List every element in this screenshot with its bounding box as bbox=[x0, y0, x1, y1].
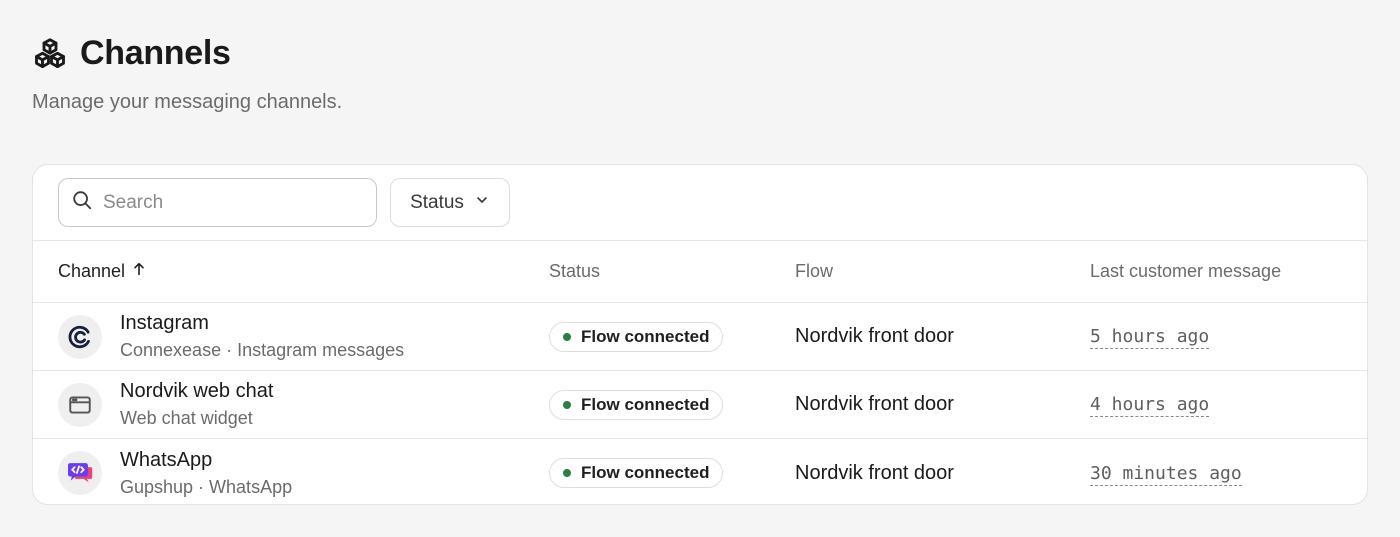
column-header-last-message[interactable]: Last customer message bbox=[1090, 261, 1367, 282]
status-badge-label: Flow connected bbox=[581, 394, 710, 414]
flow-cell: Nordvik front door bbox=[795, 461, 954, 484]
blocks-icon bbox=[32, 36, 68, 72]
last-message-time[interactable]: 30 minutes ago bbox=[1090, 462, 1242, 486]
status-cell: Flow connected bbox=[549, 389, 795, 420]
page-title: Channels bbox=[80, 34, 231, 72]
sort-ascending-icon bbox=[131, 261, 147, 282]
table-toolbar: Status bbox=[33, 165, 1367, 241]
status-dot bbox=[563, 469, 571, 477]
chevron-down-icon bbox=[474, 192, 490, 214]
page-header: Channels Manage your messaging channels. bbox=[32, 34, 342, 114]
status-cell: Flow connected bbox=[549, 321, 795, 352]
column-header-flow[interactable]: Flow bbox=[795, 261, 1090, 282]
status-cell: Flow connected bbox=[549, 458, 795, 488]
status-badge: Flow connected bbox=[549, 389, 724, 420]
last-message-cell: 4 hours ago bbox=[1090, 394, 1367, 417]
channel-name: Instagram bbox=[120, 312, 209, 334]
table-row[interactable]: Nordvik web chat Web chat widget Flow co… bbox=[33, 371, 1367, 439]
status-dot bbox=[563, 332, 571, 341]
status-badge-label: Flow connected bbox=[581, 326, 710, 346]
column-header-channel-label: Channel bbox=[58, 261, 126, 281]
flow-cell: Nordvik front door bbox=[795, 393, 954, 415]
column-header-channel[interactable]: Channel bbox=[33, 261, 549, 282]
table-row[interactable]: WhatsApp Gupshup · WhatsApp Flow connect… bbox=[33, 439, 1367, 504]
status-badge: Flow connected bbox=[549, 458, 724, 488]
channel-cell: Instagram Connexease · Instagram message… bbox=[33, 311, 549, 362]
page-subtitle: Manage your messaging channels. bbox=[32, 91, 343, 113]
status-dot bbox=[563, 400, 571, 409]
column-header-status[interactable]: Status bbox=[549, 261, 795, 282]
status-filter-label: Status bbox=[410, 191, 464, 213]
last-message-time[interactable]: 4 hours ago bbox=[1090, 394, 1210, 417]
last-message-cell: 30 minutes ago bbox=[1090, 462, 1367, 486]
last-message-time[interactable]: 5 hours ago bbox=[1090, 326, 1210, 349]
last-message-cell: 5 hours ago bbox=[1090, 326, 1367, 349]
channel-subtitle: Connexease · Instagram messages bbox=[120, 340, 405, 360]
status-badge-label: Flow connected bbox=[581, 463, 710, 482]
channel-name: Nordvik web chat bbox=[120, 380, 274, 402]
table-row[interactable]: Instagram Connexease · Instagram message… bbox=[33, 303, 1367, 371]
title-row: Channels bbox=[32, 34, 342, 73]
table-header: Channel Status Flow Last customer messag… bbox=[33, 241, 1367, 303]
channel-name: WhatsApp bbox=[120, 448, 213, 471]
connexease-logo-icon bbox=[58, 314, 102, 359]
channels-card: Status Channel Status Flow Last customer… bbox=[32, 164, 1368, 505]
status-badge: Flow connected bbox=[549, 321, 724, 352]
browser-window-icon bbox=[58, 382, 102, 427]
flow-cell: Nordvik front door bbox=[795, 325, 954, 347]
search-input[interactable] bbox=[103, 191, 353, 214]
gupshup-logo-icon bbox=[58, 451, 102, 495]
channel-cell: WhatsApp Gupshup · WhatsApp bbox=[33, 448, 549, 499]
channel-subtitle: Web chat widget bbox=[120, 408, 253, 428]
channel-cell: Nordvik web chat Web chat widget bbox=[33, 379, 549, 430]
status-filter-button[interactable]: Status bbox=[390, 178, 510, 227]
search-box[interactable] bbox=[58, 178, 377, 227]
search-icon bbox=[71, 189, 93, 216]
channel-subtitle: Gupshup · WhatsApp bbox=[120, 476, 293, 497]
